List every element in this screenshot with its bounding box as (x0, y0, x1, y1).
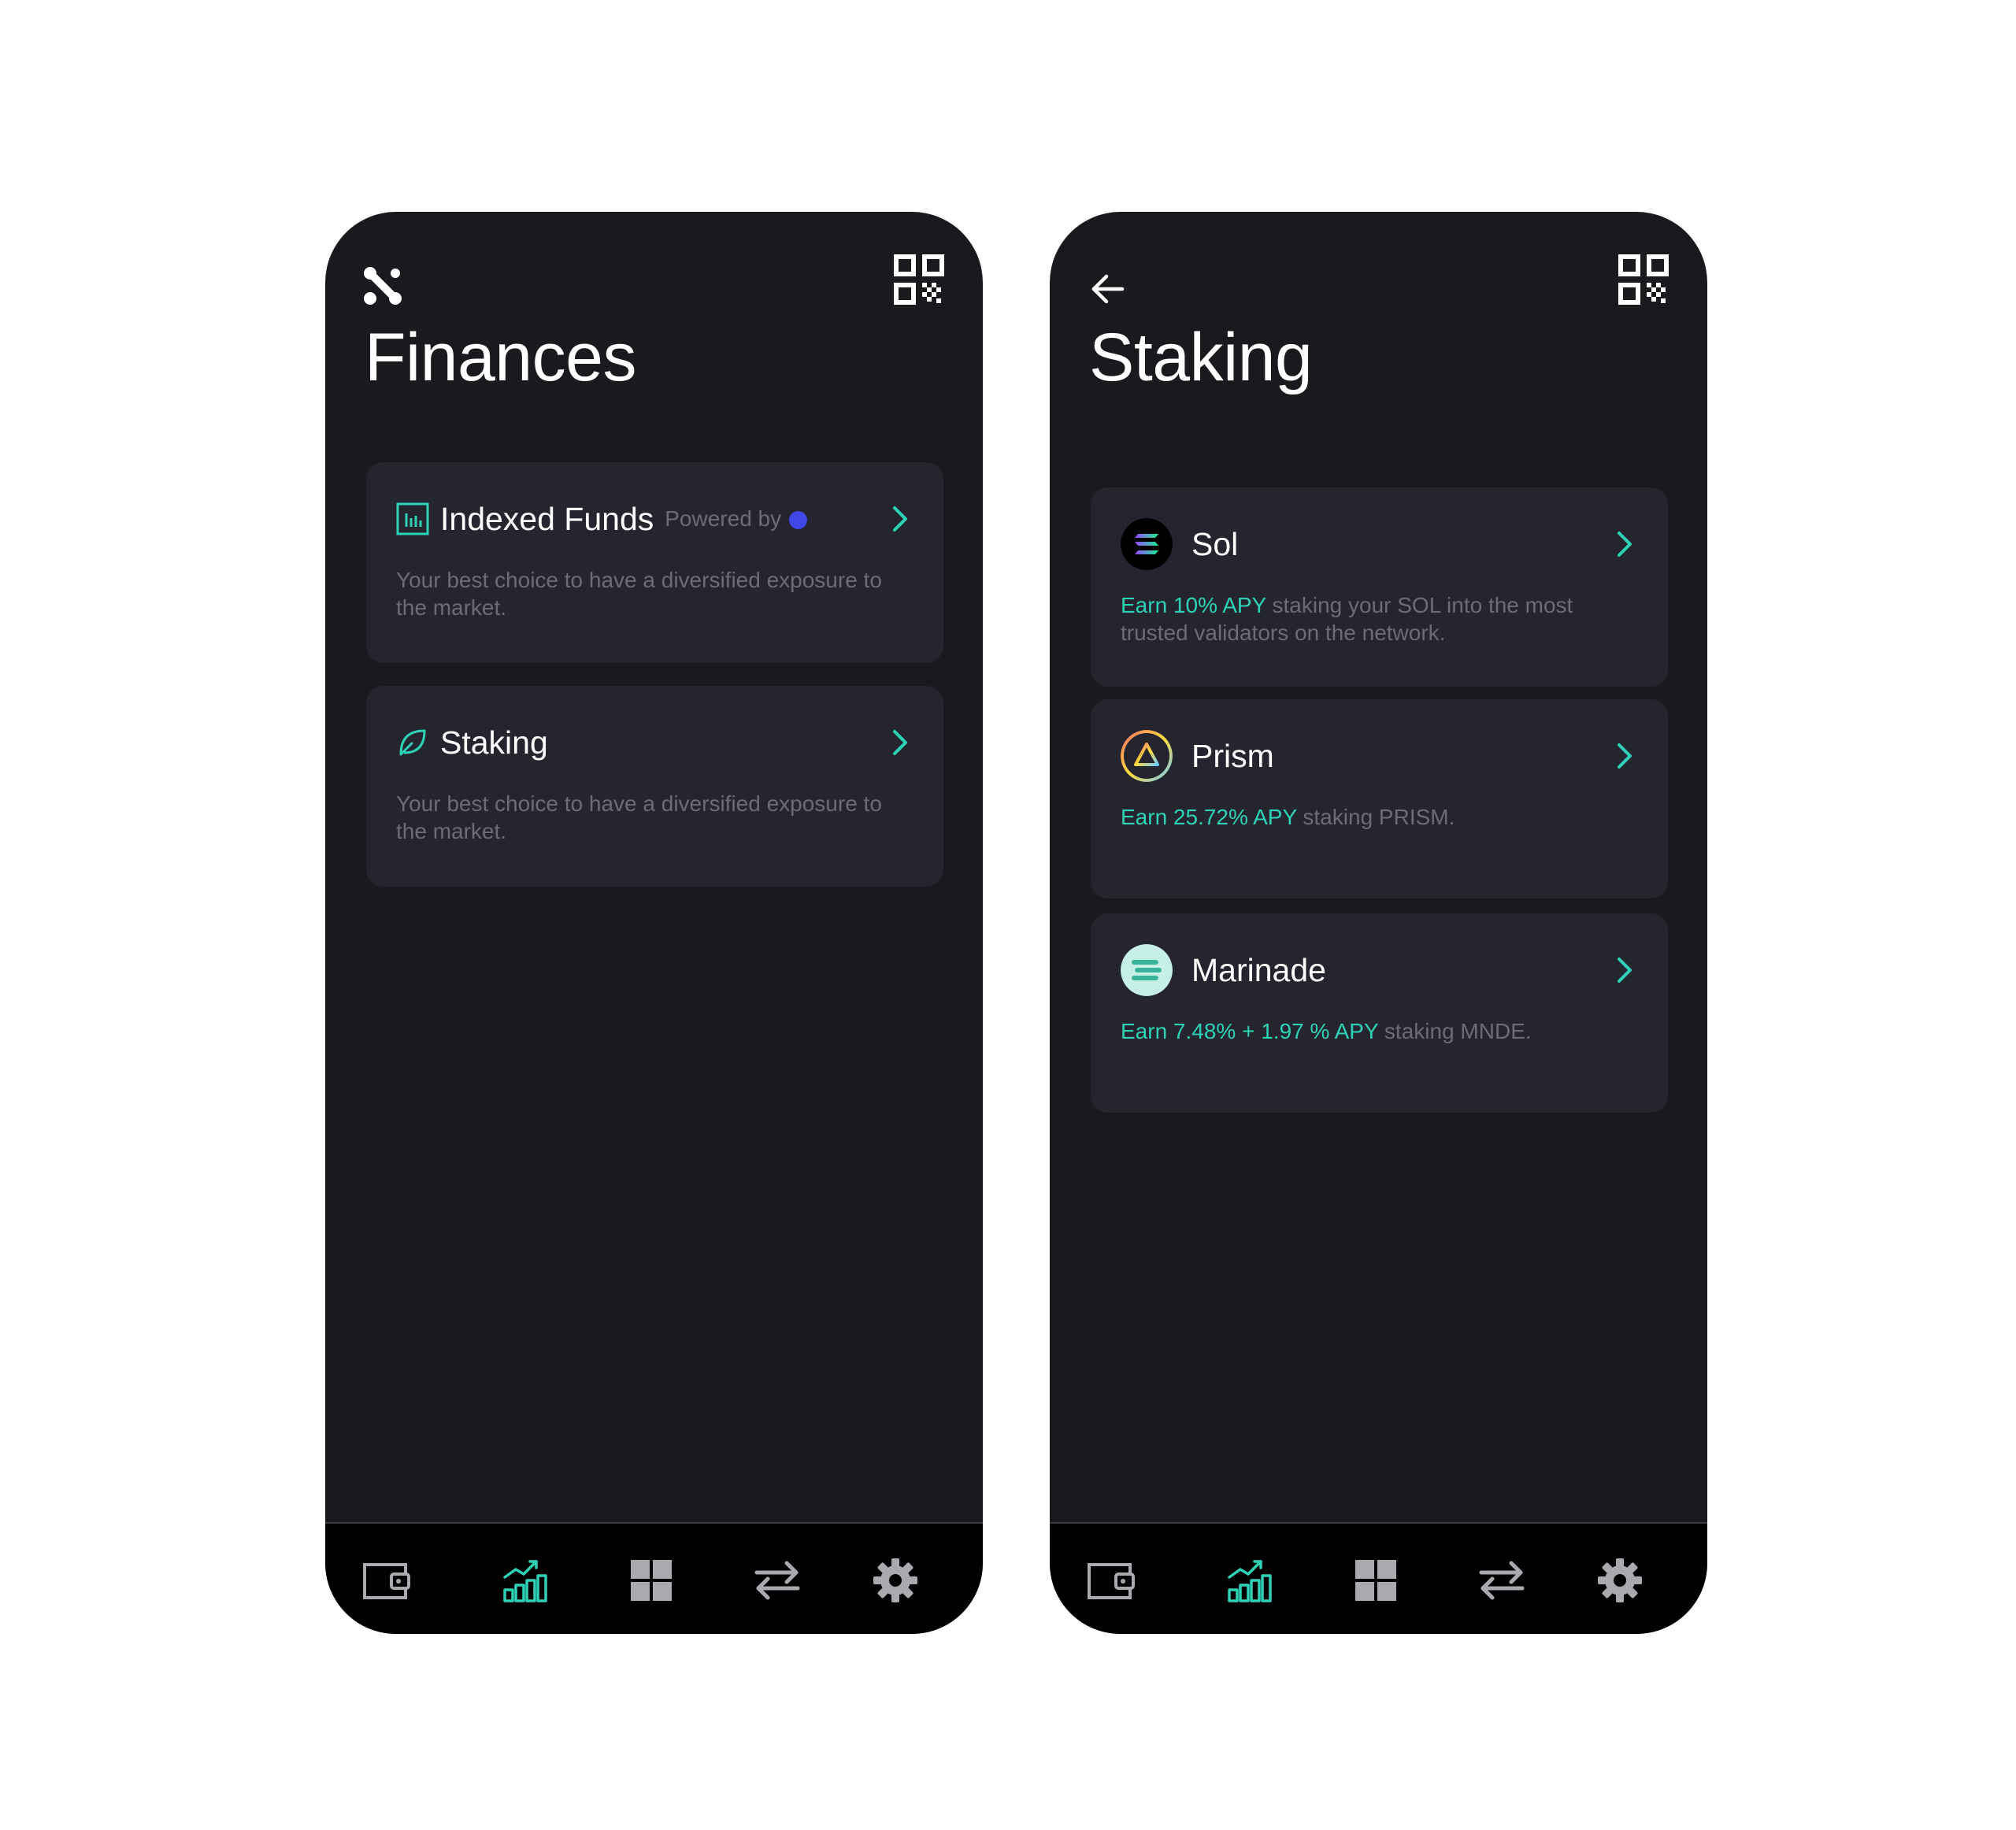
marinade-staking-card[interactable]: Marinade Earn 7.48% + 1.97 % APY staking… (1091, 913, 1668, 1113)
apps-grid-icon[interactable] (626, 1555, 676, 1606)
marinade-token-icon (1121, 944, 1173, 996)
card-title: Indexed Funds (440, 500, 654, 537)
apps-grid-icon[interactable] (1351, 1555, 1401, 1606)
chevron-right-icon (1618, 958, 1632, 983)
chevron-right-icon (1618, 743, 1632, 769)
page-title: Finances (365, 320, 636, 395)
card-title: Sol (1191, 525, 1239, 562)
prism-token-icon (1121, 730, 1173, 782)
description-rest: staking PRISM. (1296, 805, 1455, 829)
apy-highlight: Earn 10% APY (1121, 593, 1266, 617)
finance-chart-icon[interactable] (500, 1555, 550, 1606)
card-title: Staking (440, 724, 548, 761)
app-logo-icon (364, 267, 402, 305)
finances-screen: Finances Indexed Funds Powered by Your b… (325, 212, 983, 1634)
bottom-nav (325, 1524, 983, 1634)
finance-chart-icon[interactable] (1225, 1555, 1275, 1606)
prism-staking-card[interactable]: Prism Earn 25.72% APY staking PRISM. (1091, 699, 1668, 898)
powered-by-label: Powered by (665, 506, 782, 531)
swap-arrows-icon[interactable] (1477, 1555, 1527, 1606)
settings-gear-icon[interactable] (870, 1555, 921, 1606)
card-description: Earn 7.48% + 1.97 % APY staking MNDE. (1121, 1017, 1621, 1045)
leaf-icon (399, 729, 426, 756)
sol-token-icon (1121, 518, 1173, 570)
card-title: Marinade (1191, 951, 1326, 988)
card-description: Your best choice to have a diversified e… (396, 568, 882, 620)
chevron-right-icon (893, 730, 907, 755)
page-title: Staking (1089, 320, 1313, 395)
indexed-funds-card[interactable]: Indexed Funds Powered by Your best choic… (366, 462, 943, 663)
bottom-nav (1050, 1524, 1707, 1634)
card-title: Prism (1191, 737, 1274, 774)
apy-highlight: Earn 7.48% + 1.97 % APY (1121, 1019, 1379, 1043)
card-description: Your best choice to have a diversified e… (396, 791, 882, 843)
wallet-icon[interactable] (1086, 1555, 1136, 1606)
description-rest: staking MNDE. (1378, 1019, 1532, 1043)
chevron-right-icon (1618, 532, 1632, 557)
qr-code-icon[interactable] (894, 254, 944, 305)
chevron-right-icon (893, 506, 907, 532)
apy-highlight: Earn 25.72% APY (1121, 805, 1297, 829)
staking-card[interactable]: Staking Your best choice to have a diver… (366, 686, 943, 887)
sol-staking-card[interactable]: Sol Earn 10% APY staking your SOL into t… (1091, 487, 1668, 687)
wallet-icon[interactable] (361, 1555, 412, 1606)
provider-logo-icon (789, 510, 808, 529)
qr-code-icon[interactable] (1618, 254, 1669, 305)
card-description: Earn 25.72% APY staking PRISM. (1121, 803, 1621, 831)
back-arrow-icon[interactable] (1089, 270, 1127, 308)
settings-gear-icon[interactable] (1595, 1555, 1645, 1606)
swap-arrows-icon[interactable] (752, 1555, 802, 1606)
staking-screen: Staking Sol Earn 10% APY staking your SO… (1050, 212, 1707, 1634)
card-description: Earn 10% APY staking your SOL into the m… (1121, 591, 1621, 646)
indexed-funds-icon (396, 502, 429, 535)
